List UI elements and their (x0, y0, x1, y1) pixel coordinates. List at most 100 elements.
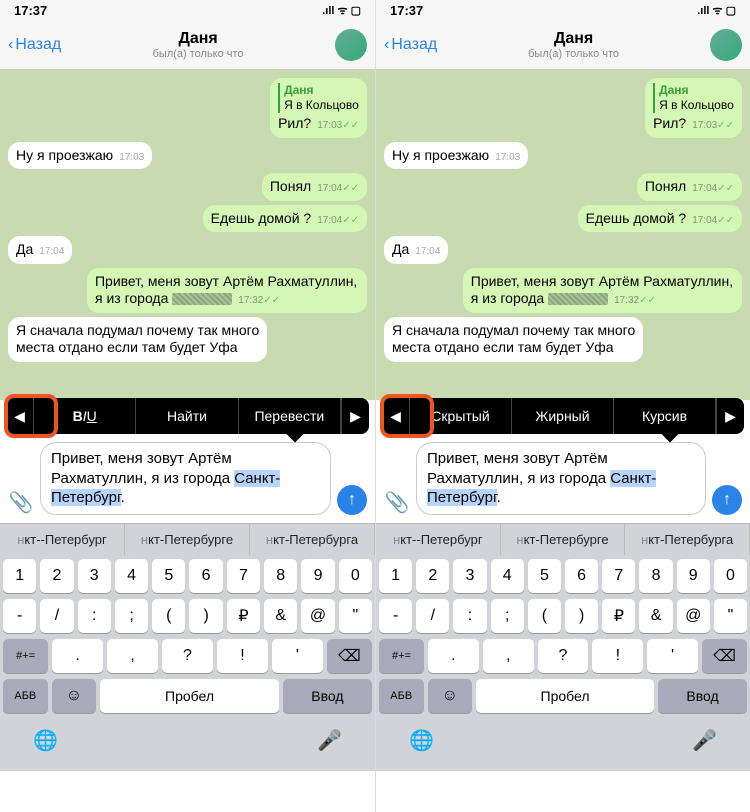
back-button[interactable]: ‹ Назад (8, 36, 61, 54)
globe-icon[interactable]: 🌐 (33, 728, 58, 753)
prediction[interactable]: нкт--Петербург (0, 524, 125, 555)
message-in[interactable]: Ну я проезжаю17:03 (384, 142, 528, 170)
key[interactable]: ) (565, 599, 598, 633)
attach-icon[interactable]: 📎 (384, 490, 410, 515)
message-in[interactable]: Да17:04 (8, 236, 72, 264)
key[interactable]: . (428, 639, 479, 673)
message-out[interactable]: Даня Я в Кольцово Рил?17:03✓✓ (270, 78, 367, 138)
key[interactable]: 7 (227, 559, 260, 593)
message-in[interactable]: Да17:04 (384, 236, 448, 264)
back-button[interactable]: ‹ Назад (384, 36, 437, 54)
key[interactable]: 1 (379, 559, 412, 593)
message-out[interactable]: Даня Я в Кольцово Рил?17:03✓✓ (645, 78, 742, 138)
key[interactable]: ; (491, 599, 524, 633)
key[interactable]: ? (538, 639, 589, 673)
key[interactable]: ₽ (227, 599, 260, 633)
key-enter[interactable]: Ввод (658, 679, 747, 713)
prediction[interactable]: нкт-Петербурга (625, 524, 750, 555)
key[interactable]: . (52, 639, 103, 673)
key[interactable]: - (3, 599, 36, 633)
chat-area[interactable]: Даня Я в Кольцово Рил?17:03✓✓ Ну я проез… (376, 70, 750, 400)
key-abc[interactable]: АБВ (379, 679, 424, 713)
key[interactable]: : (453, 599, 486, 633)
key[interactable]: , (107, 639, 158, 673)
key[interactable]: ? (162, 639, 213, 673)
key-emoji[interactable]: ☺ (428, 679, 473, 713)
key-delete[interactable]: ⌫ (327, 639, 372, 673)
compose-input[interactable]: Привет, меня зовут Артём Рахматуллин, я … (416, 442, 706, 515)
compose-input[interactable]: Привет, меня зовут Артём Рахматуллин, я … (40, 442, 331, 515)
key[interactable]: ! (217, 639, 268, 673)
key[interactable]: 5 (528, 559, 561, 593)
translate-button[interactable]: Перевести (239, 398, 341, 434)
find-button[interactable]: Найти (136, 398, 238, 434)
key-space[interactable]: Пробел (476, 679, 654, 713)
key[interactable]: ₽ (602, 599, 635, 633)
key[interactable]: ' (647, 639, 698, 673)
key[interactable]: - (379, 599, 412, 633)
key[interactable]: ( (152, 599, 185, 633)
message-out[interactable]: Привет, меня зовут Артём Рахматуллин, я … (87, 268, 367, 313)
key[interactable]: 4 (115, 559, 148, 593)
mic-icon[interactable]: 🎤 (692, 728, 717, 753)
key[interactable]: , (483, 639, 534, 673)
key-emoji[interactable]: ☺ (52, 679, 97, 713)
avatar[interactable] (710, 29, 742, 61)
key[interactable]: & (264, 599, 297, 633)
key[interactable]: 2 (416, 559, 449, 593)
key[interactable]: 3 (78, 559, 111, 593)
key[interactable]: & (639, 599, 672, 633)
key[interactable]: : (78, 599, 111, 633)
menu-next-icon[interactable]: ▶ (716, 398, 744, 434)
key[interactable]: " (714, 599, 747, 633)
key[interactable]: 9 (677, 559, 710, 593)
key[interactable]: 6 (565, 559, 598, 593)
key[interactable]: 1 (3, 559, 36, 593)
key[interactable]: 0 (339, 559, 372, 593)
key[interactable]: 3 (453, 559, 486, 593)
message-out[interactable]: Едешь домой ?17:04✓✓ (578, 205, 742, 233)
message-out[interactable]: Понял17:04✓✓ (637, 173, 742, 201)
mic-icon[interactable]: 🎤 (317, 728, 342, 753)
send-button[interactable]: ↑ (712, 485, 742, 515)
key[interactable]: @ (301, 599, 334, 633)
message-in[interactable]: Я сначала подумал почему так много места… (384, 317, 643, 362)
key-symbols[interactable]: #+= (379, 639, 424, 673)
menu-next-icon[interactable]: ▶ (341, 398, 369, 434)
prediction[interactable]: нкт-Петербурга (250, 524, 375, 555)
avatar[interactable] (335, 29, 367, 61)
key[interactable]: 9 (301, 559, 334, 593)
message-out[interactable]: Едешь домой ?17:04✓✓ (203, 205, 367, 233)
format-bold-button[interactable]: Жирный (512, 398, 614, 434)
key[interactable]: 5 (152, 559, 185, 593)
chat-title-wrap[interactable]: Даня был(а) только что (61, 30, 335, 60)
key-space[interactable]: Пробел (100, 679, 279, 713)
key[interactable]: 7 (602, 559, 635, 593)
key[interactable]: 4 (491, 559, 524, 593)
attach-icon[interactable]: 📎 (8, 490, 34, 515)
key[interactable]: ( (528, 599, 561, 633)
message-out[interactable]: Понял17:04✓✓ (262, 173, 367, 201)
key[interactable]: / (40, 599, 73, 633)
key[interactable]: 2 (40, 559, 73, 593)
key-delete[interactable]: ⌫ (702, 639, 747, 673)
message-in[interactable]: Я сначала подумал почему так много места… (8, 317, 267, 362)
key[interactable]: 0 (714, 559, 747, 593)
key-enter[interactable]: Ввод (283, 679, 372, 713)
message-in[interactable]: Ну я проезжаю17:03 (8, 142, 152, 170)
key[interactable]: 8 (264, 559, 297, 593)
key[interactable]: ! (592, 639, 643, 673)
send-button[interactable]: ↑ (337, 485, 367, 515)
key[interactable]: 6 (189, 559, 222, 593)
key-abc[interactable]: АБВ (3, 679, 48, 713)
key[interactable]: ) (189, 599, 222, 633)
key[interactable]: / (416, 599, 449, 633)
message-out[interactable]: Привет, меня зовут Артём Рахматуллин, я … (463, 268, 742, 313)
prediction[interactable]: нкт-Петербурге (125, 524, 250, 555)
key-symbols[interactable]: #+= (3, 639, 48, 673)
key[interactable]: 8 (639, 559, 672, 593)
key[interactable]: " (339, 599, 372, 633)
key[interactable]: @ (677, 599, 710, 633)
key[interactable]: ; (115, 599, 148, 633)
prediction[interactable]: нкт--Петербург (376, 524, 501, 555)
